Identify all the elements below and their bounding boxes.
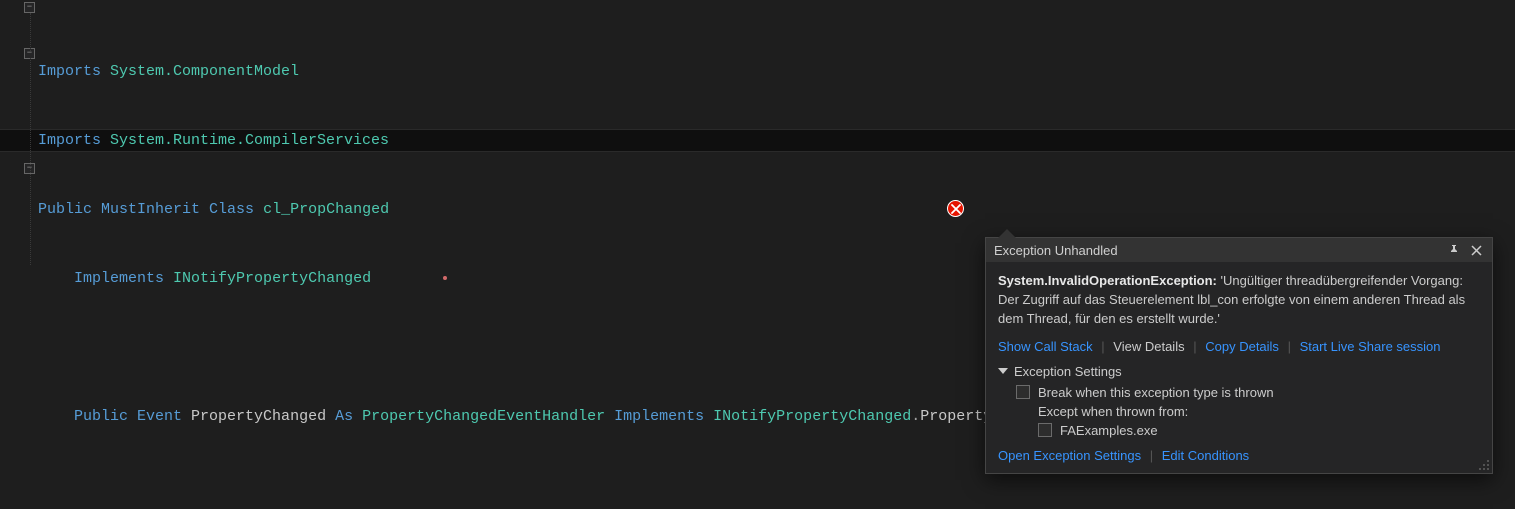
exception-settings-toggle[interactable]: Exception Settings	[998, 364, 1480, 379]
separator: |	[1150, 448, 1153, 463]
popup-title-text: Exception Unhandled	[994, 243, 1118, 258]
code-editor[interactable]: − − − Imports System.ComponentModel Impo…	[0, 0, 1515, 509]
keyword: Imports	[38, 63, 110, 80]
keyword: Event	[137, 408, 191, 425]
exception-settings-label: Exception Settings	[1014, 364, 1122, 379]
break-when-thrown-label: Break when this exception type is thrown	[1038, 385, 1274, 400]
except-when-label: Except when thrown from:	[1038, 402, 1480, 421]
separator: |	[1193, 339, 1196, 354]
type: System.Runtime.CompilerServices	[110, 132, 389, 149]
identifier: PropertyChanged	[191, 408, 335, 425]
keyword: Implements	[614, 408, 713, 425]
popup-titlebar[interactable]: Exception Unhandled	[986, 238, 1492, 262]
outline-guide	[30, 13, 31, 51]
open-exception-settings-link[interactable]: Open Exception Settings	[998, 448, 1141, 463]
punct: .	[911, 408, 920, 425]
keyword: Public	[74, 408, 137, 425]
keyword: Class	[209, 201, 263, 218]
start-live-share-link[interactable]: Start Live Share session	[1300, 339, 1441, 354]
chevron-down-icon	[998, 368, 1008, 374]
show-call-stack-link[interactable]: Show Call Stack	[998, 339, 1093, 354]
keyword: Public	[38, 201, 101, 218]
type: INotifyPropertyChanged	[173, 270, 371, 287]
fold-toggle[interactable]: −	[24, 2, 35, 13]
break-when-thrown-checkbox[interactable]	[1016, 385, 1030, 399]
keyword: As	[335, 408, 362, 425]
exception-popup: Exception Unhandled System.InvalidOperat…	[985, 237, 1493, 474]
close-icon[interactable]	[1468, 242, 1484, 258]
separator: |	[1101, 339, 1104, 354]
type: INotifyPropertyChanged	[713, 408, 911, 425]
type: PropertyChangedEventHandler	[362, 408, 614, 425]
keyword: Implements	[74, 270, 173, 287]
edit-conditions-link[interactable]: Edit Conditions	[1162, 448, 1249, 463]
action-links: Show Call Stack | View Details | Copy De…	[998, 339, 1480, 354]
outline-guide	[30, 58, 31, 265]
type: cl_PropChanged	[263, 201, 389, 218]
type: System.ComponentModel	[110, 63, 299, 80]
exception-type: System.InvalidOperationException:	[998, 273, 1217, 288]
code-area[interactable]: Imports System.ComponentModel Imports Sy…	[38, 14, 1100, 509]
module-name: FAExamples.exe	[1060, 423, 1158, 438]
pin-icon[interactable]	[1446, 242, 1462, 258]
error-icon[interactable]	[947, 200, 964, 217]
exception-message: System.InvalidOperationException: 'Ungül…	[998, 272, 1480, 329]
module-checkbox[interactable]	[1038, 423, 1052, 437]
view-details-label[interactable]: View Details	[1113, 339, 1184, 354]
keyword: MustInherit	[101, 201, 209, 218]
copy-details-link[interactable]: Copy Details	[1205, 339, 1279, 354]
separator: |	[1288, 339, 1291, 354]
resize-grip[interactable]	[1478, 459, 1490, 471]
keyword: Imports	[38, 132, 110, 149]
